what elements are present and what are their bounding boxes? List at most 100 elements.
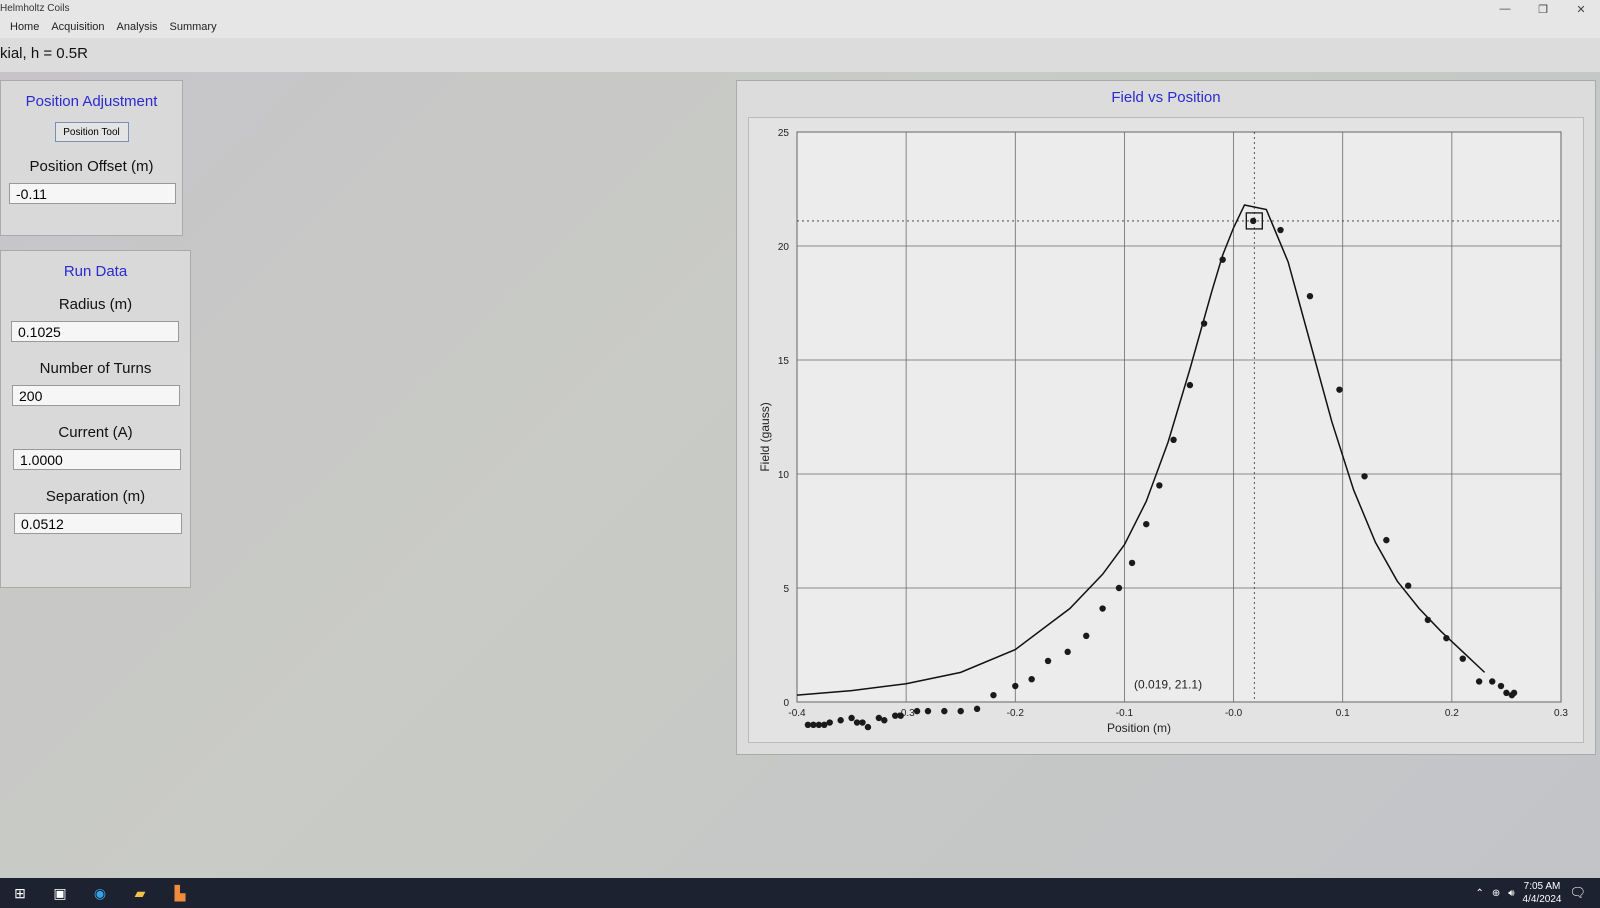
- task-view-icon[interactable]: ▣: [40, 878, 80, 908]
- data-point: [1044, 657, 1052, 665]
- minimize-icon[interactable]: —: [1486, 0, 1524, 18]
- data-point: [913, 707, 921, 715]
- volume-icon[interactable]: 🔊︎: [1508, 888, 1514, 899]
- data-point: [1443, 634, 1450, 642]
- separation-input[interactable]: [14, 513, 182, 534]
- position-tool-button[interactable]: Position Tool: [54, 122, 129, 142]
- y-tick-label: 25: [778, 128, 790, 139]
- position-adjustment-panel: Position Adjustment Position Tool Positi…: [0, 80, 183, 236]
- data-point: [1475, 678, 1483, 685]
- chart-title: Field vs Position: [1111, 89, 1221, 106]
- data-point: [859, 719, 866, 726]
- data-point: [1510, 689, 1518, 697]
- x-axis-label: Position (m): [1107, 721, 1171, 735]
- data-point: [848, 714, 855, 722]
- data-point: [1143, 520, 1150, 528]
- menu-summary[interactable]: Summary: [170, 21, 217, 38]
- data-point: [864, 723, 872, 731]
- window-title: Helmholtz Coils: [0, 3, 70, 14]
- run-data-title: Run Data: [63, 263, 128, 280]
- data-point: [1405, 582, 1412, 589]
- title-bar: Helmholtz Coils — ❐ ✕: [0, 0, 1600, 18]
- position-adjustment-title: Position Adjustment: [25, 93, 158, 110]
- y-tick-label: 15: [778, 356, 790, 367]
- configuration-label: kial, h = 0.5R: [0, 45, 88, 62]
- number-of-turns-input[interactable]: [12, 385, 180, 406]
- position-offset-label: Position Offset (m): [29, 158, 154, 175]
- data-point: [1064, 648, 1071, 656]
- cursor-readout: (0.019, 21.1): [1134, 677, 1202, 691]
- data-point: [1186, 381, 1194, 389]
- menu-analysis[interactable]: Analysis: [117, 21, 158, 38]
- data-point: [1361, 473, 1368, 480]
- run-data-panel: Run Data Radius (m) Number of Turns Curr…: [0, 250, 191, 588]
- menu-acquisition[interactable]: Acquisition: [51, 21, 104, 38]
- data-point: [826, 719, 833, 726]
- data-point: [1277, 226, 1284, 234]
- edge-browser-icon[interactable]: ◉: [80, 878, 120, 908]
- data-point: [881, 717, 888, 724]
- window-controls: — ❐ ✕: [1486, 0, 1600, 18]
- x-tick-label: 0.3: [1554, 708, 1568, 719]
- data-point: [1115, 584, 1123, 592]
- system-tray: ⌃ ⊕ 🔊︎ 7:05 AM 4/4/2024 🗨︎: [1475, 878, 1600, 908]
- data-point: [1028, 676, 1035, 683]
- data-point: [1156, 482, 1163, 489]
- x-tick-label: -0.0: [1225, 708, 1243, 719]
- configuration-bar: kial, h = 0.5R: [0, 38, 1600, 72]
- data-point: [810, 721, 817, 728]
- y-tick-label: 10: [778, 470, 790, 481]
- current-input[interactable]: [13, 449, 181, 470]
- data-point: [1170, 436, 1177, 443]
- windows-start-icon[interactable]: ⊞: [0, 878, 40, 908]
- y-tick-label: 0: [783, 698, 789, 709]
- position-offset-input[interactable]: [9, 183, 176, 204]
- data-point: [1503, 689, 1510, 697]
- restore-icon[interactable]: ❐: [1524, 0, 1562, 18]
- y-axis-label: Field (gauss): [758, 402, 772, 471]
- menu-home[interactable]: Home: [10, 21, 39, 38]
- data-point: [1200, 320, 1208, 327]
- data-point: [941, 707, 948, 715]
- data-point: [1424, 616, 1432, 624]
- data-point: [1219, 256, 1226, 263]
- data-point: [821, 721, 828, 728]
- data-point: [1306, 292, 1314, 300]
- notifications-icon[interactable]: 🗨︎: [1569, 885, 1586, 901]
- data-point: [1250, 217, 1257, 225]
- clock[interactable]: 7:05 AM 4/4/2024: [1523, 880, 1562, 906]
- plot-area[interactable]: -0.4 -0.3 -0.2 -0.1 -0.0 0.1 0.2 0.3 0 5 10 15 20 25 P…: [748, 117, 1584, 743]
- network-icon[interactable]: ⊕: [1492, 888, 1500, 899]
- data-point: [990, 691, 997, 699]
- tray-chevron-icon[interactable]: ⌃: [1475, 888, 1483, 899]
- plot-background: [796, 131, 1562, 703]
- data-point: [853, 719, 861, 726]
- data-point: [1099, 605, 1106, 612]
- file-explorer-icon[interactable]: ▰: [120, 878, 160, 908]
- data-point: [1383, 536, 1390, 544]
- data-point: [804, 721, 812, 728]
- x-tick-label: -0.2: [1007, 708, 1025, 719]
- x-tick-label: 0.1: [1336, 708, 1350, 719]
- radius-input[interactable]: [11, 321, 179, 342]
- data-point: [1497, 682, 1505, 690]
- radius-label: Radius (m): [58, 296, 133, 313]
- data-point: [897, 712, 904, 719]
- data-point: [1459, 655, 1466, 662]
- capstone-app-icon[interactable]: ▙: [160, 878, 200, 908]
- number-of-turns-label: Number of Turns: [39, 360, 152, 377]
- data-point: [924, 707, 932, 715]
- data-point: [815, 721, 823, 728]
- data-point: [957, 707, 964, 715]
- data-point: [973, 705, 981, 713]
- data-point: [1012, 682, 1019, 690]
- separation-label: Separation (m): [45, 488, 146, 505]
- close-icon[interactable]: ✕: [1562, 0, 1600, 18]
- chart-panel: Field vs Position -0.4 -0.3 -0.2 -0.1 -0.0 0.…: [736, 80, 1596, 755]
- field-vs-position-chart[interactable]: -0.4 -0.3 -0.2 -0.1 -0.0 0.1 0.2 0.30510152025P…: [749, 118, 1583, 742]
- x-tick-label: 0.2: [1445, 708, 1459, 719]
- data-point: [875, 714, 883, 722]
- y-tick-label: 5: [783, 584, 789, 595]
- data-point: [1489, 678, 1496, 685]
- x-tick-label: -0.4: [788, 708, 806, 719]
